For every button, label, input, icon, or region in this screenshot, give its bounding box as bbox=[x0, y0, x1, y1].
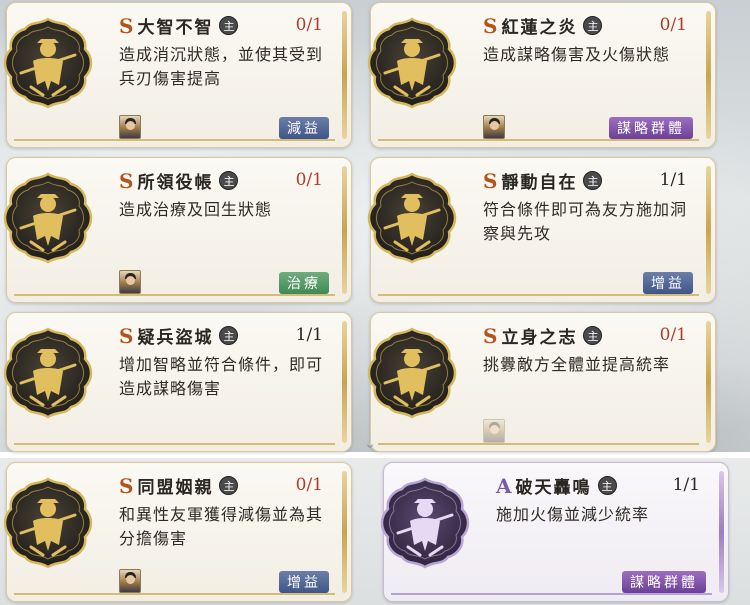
skill-rank: S bbox=[483, 323, 498, 348]
usage-count: 0/1 bbox=[659, 325, 687, 345]
role-badge: 主 bbox=[583, 171, 603, 190]
role-badge: 主 bbox=[219, 16, 239, 35]
skill-description: 造成治療及回生狀態 bbox=[119, 200, 273, 219]
skill-rank: S bbox=[119, 323, 134, 348]
skill-description: 增加智略並符合條件，即可造成謀略傷害 bbox=[119, 355, 324, 398]
skill-header: S 大智不智 主 bbox=[119, 13, 239, 38]
skill-description: 符合條件即可為友方施加洞察與先攻 bbox=[483, 200, 688, 243]
skill-name: 破天轟鳴 bbox=[515, 478, 592, 498]
skill-name: 同盟姻親 bbox=[137, 478, 214, 498]
warrior-emblem-icon bbox=[1, 475, 95, 571]
skill-header: S 靜動自在 主 bbox=[483, 168, 603, 193]
general-avatar[interactable] bbox=[119, 270, 141, 294]
warrior-emblem-icon bbox=[1, 15, 95, 111]
skill-rank: S bbox=[483, 168, 498, 193]
skill-header: S 紅蓮之炎 主 bbox=[483, 13, 603, 38]
skill-header: S 所領役帳 主 bbox=[119, 168, 239, 193]
warrior-emblem-icon bbox=[1, 325, 95, 421]
role-badge: 主 bbox=[219, 171, 239, 190]
skill-header: S 同盟姻親 主 bbox=[119, 473, 239, 498]
skill-name: 靜動自在 bbox=[501, 173, 578, 193]
skill-name: 疑兵盜城 bbox=[137, 328, 214, 348]
general-avatar[interactable] bbox=[483, 115, 505, 139]
warrior-emblem-icon bbox=[378, 475, 472, 571]
role-badge: 主 bbox=[583, 326, 603, 345]
general-avatar[interactable] bbox=[119, 115, 141, 139]
skill-card[interactable]: S 同盟姻親 主 0/1 和異性友軍獲得減傷並為其分擔傷害 增益 bbox=[3, 462, 352, 602]
skill-name: 所領役帳 bbox=[137, 173, 214, 193]
warrior-emblem-icon bbox=[365, 15, 459, 111]
skill-rank: A bbox=[496, 473, 512, 498]
skill-card[interactable]: S 所領役帳 主 0/1 造成治療及回生狀態 治療 bbox=[3, 157, 352, 303]
skill-card[interactable]: S 大智不智 主 0/1 造成消沉狀態，並使其受到兵刃傷害提高 減益 bbox=[3, 2, 352, 148]
usage-count: 1/1 bbox=[659, 170, 687, 190]
skill-description: 和異性友軍獲得減傷並為其分擔傷害 bbox=[119, 505, 324, 548]
skill-card[interactable]: S 疑兵盜城 主 1/1 增加智略並符合條件，即可造成謀略傷害 bbox=[3, 312, 352, 452]
skill-header: S 立身之志 主 bbox=[483, 323, 603, 348]
skill-rank: S bbox=[119, 13, 134, 38]
skill-type-tag: 增益 bbox=[643, 272, 693, 294]
skill-card[interactable]: S 立身之志 主 0/1 挑釁敵方全體並提高統率 bbox=[367, 312, 716, 452]
skill-type-tag: 謀略群體 bbox=[622, 571, 706, 593]
skill-rank: S bbox=[119, 473, 134, 498]
usage-count: 0/1 bbox=[295, 15, 323, 35]
usage-count: 1/1 bbox=[672, 475, 700, 495]
skill-description: 造成謀略傷害及火傷狀態 bbox=[483, 45, 671, 64]
role-badge: 主 bbox=[219, 476, 239, 495]
role-badge: 主 bbox=[597, 476, 617, 495]
skill-description: 挑釁敵方全體並提高統率 bbox=[483, 355, 671, 374]
skill-card[interactable]: A 破天轟鳴 主 1/1 施加火傷並減少統率 謀略群體 bbox=[380, 462, 729, 602]
warrior-emblem-icon bbox=[365, 170, 459, 266]
warrior-emblem-icon bbox=[1, 170, 95, 266]
usage-count: 0/1 bbox=[295, 170, 323, 190]
role-badge: 主 bbox=[583, 16, 603, 35]
skill-name: 紅蓮之炎 bbox=[501, 18, 578, 38]
role-badge: 主 bbox=[219, 326, 239, 345]
general-avatar[interactable] bbox=[119, 569, 141, 593]
skill-type-tag: 謀略群體 bbox=[609, 117, 693, 139]
general-avatar[interactable] bbox=[483, 419, 505, 443]
skill-type-tag: 增益 bbox=[279, 571, 329, 593]
skill-rank: S bbox=[119, 168, 134, 193]
skill-description: 造成消沉狀態，並使其受到兵刃傷害提高 bbox=[119, 45, 324, 88]
skill-card[interactable]: S 靜動自在 主 1/1 符合條件即可為友方施加洞察與先攻 增益 bbox=[367, 157, 716, 303]
skill-card[interactable]: S 紅蓮之炎 主 0/1 造成謀略傷害及火傷狀態 謀略群體 bbox=[367, 2, 716, 148]
skill-header: S 疑兵盜城 主 bbox=[119, 323, 239, 348]
skill-type-tag: 減益 bbox=[279, 117, 329, 139]
usage-count: 1/1 bbox=[295, 325, 323, 345]
scroll-hint-chevron-icon[interactable]: ⌄ bbox=[358, 436, 382, 452]
skill-description: 施加火傷並減少統率 bbox=[496, 505, 650, 524]
skill-type-tag: 治療 bbox=[279, 272, 329, 294]
skill-rank: S bbox=[483, 13, 498, 38]
usage-count: 0/1 bbox=[659, 15, 687, 35]
skill-header: A 破天轟鳴 主 bbox=[496, 473, 617, 498]
skill-name: 大智不智 bbox=[137, 18, 214, 38]
skill-name: 立身之志 bbox=[501, 328, 578, 348]
usage-count: 0/1 bbox=[295, 475, 323, 495]
warrior-emblem-icon bbox=[365, 325, 459, 421]
